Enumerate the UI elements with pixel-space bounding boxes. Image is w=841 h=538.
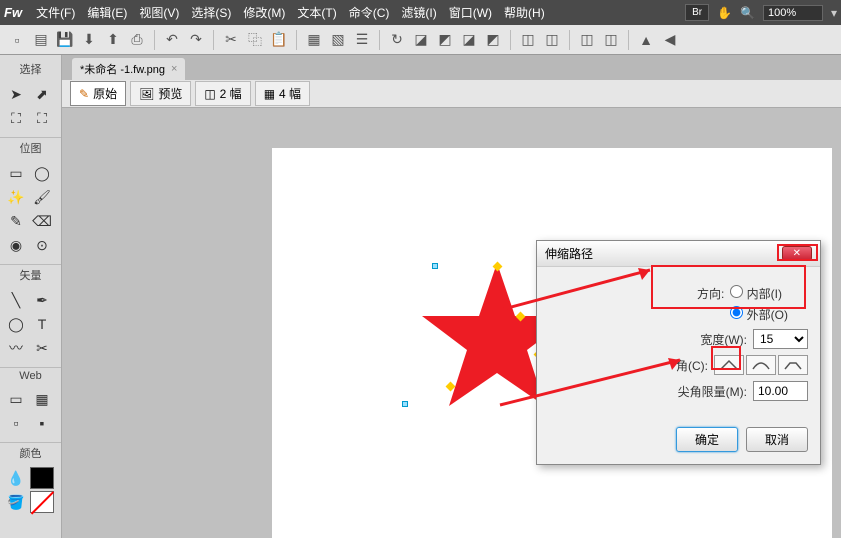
backward-icon[interactable]: ◪	[458, 29, 480, 51]
hide-tool[interactable]: ▫	[4, 412, 28, 434]
stamp-tool[interactable]: ⊙	[30, 234, 54, 256]
web-header: Web	[0, 367, 61, 384]
scale-tool[interactable]: ⛶	[4, 107, 28, 129]
hotspot-tool[interactable]: ▭	[4, 388, 28, 410]
menu-edit[interactable]: 编辑(E)	[87, 4, 127, 21]
eyedropper-tool[interactable]: 💧	[4, 467, 28, 489]
stroke-color[interactable]	[30, 467, 54, 489]
blur-tool[interactable]: ◉	[4, 234, 28, 256]
view-preview[interactable]: 🖼预览	[130, 81, 191, 106]
close-tab-icon[interactable]: ×	[171, 63, 177, 75]
zoom-input[interactable]	[763, 5, 823, 21]
freeform-tool[interactable]: 〰	[4, 337, 28, 359]
brush-tool[interactable]: 🖌	[30, 186, 54, 208]
tool-d-icon[interactable]: ◫	[600, 29, 622, 51]
subselect-tool[interactable]: ⬈	[30, 83, 54, 105]
open-icon[interactable]: ▤	[30, 29, 52, 51]
dropdown-icon[interactable]: ▾	[831, 6, 837, 20]
rotate-icon[interactable]: ↻	[386, 29, 408, 51]
shape-tool[interactable]: ◯	[4, 313, 28, 335]
menu-view[interactable]: 视图(V)	[139, 4, 179, 21]
tool-b-icon[interactable]: ◫	[541, 29, 563, 51]
pointer-tool[interactable]: ➤	[4, 83, 28, 105]
slice-tool[interactable]: ▦	[30, 388, 54, 410]
line-tool[interactable]: ╲	[4, 289, 28, 311]
hand-icon[interactable]: ✋	[717, 6, 732, 20]
select-header: 选择	[0, 59, 61, 79]
redo-icon[interactable]: ↷	[185, 29, 207, 51]
ungroup-icon[interactable]: ▧	[327, 29, 349, 51]
annotation-highlight	[651, 265, 806, 309]
print-icon[interactable]: ⎙	[126, 29, 148, 51]
annotation-highlight	[711, 346, 741, 370]
cut-icon[interactable]: ✂	[220, 29, 242, 51]
paste-icon[interactable]: 📋	[268, 29, 290, 51]
corner-bevel[interactable]	[778, 355, 808, 375]
lasso-tool[interactable]: ◯	[30, 162, 54, 184]
knife-tool[interactable]: ✂	[30, 337, 54, 359]
front-icon[interactable]: ◪	[410, 29, 432, 51]
pen-tool[interactable]: ✒	[30, 289, 54, 311]
undo-icon[interactable]: ↶	[161, 29, 183, 51]
document-tabbar: *未命名 -1.fw.png ×	[62, 55, 841, 80]
view-bar: ✎原始 🖼预览 ◫2 幅 ▦4 幅	[62, 80, 841, 108]
miter-input[interactable]	[753, 381, 808, 401]
bitmap-header: 位图	[0, 137, 61, 158]
view-2up[interactable]: ◫2 幅	[195, 81, 250, 106]
menu-help[interactable]: 帮助(H)	[504, 4, 545, 21]
bridge-icon[interactable]: Br	[685, 4, 709, 21]
main-toolbar: ▫ ▤ 💾 ⬇ ⬆ ⎙ ↶ ↷ ✂ ⿻ 📋 ▦ ▧ ☰ ↻ ◪ ◩ ◪ ◩ ◫ …	[0, 25, 841, 55]
menu-window[interactable]: 窗口(W)	[449, 4, 492, 21]
tools-panel: 选择 ➤⬈ ⛶⛶ 位图 ▭◯ ✨🖌 ✎⌫ ◉⊙ 矢量 ╲✒ ◯T 〰✂ Web …	[0, 55, 62, 538]
selection-handle[interactable]	[432, 263, 438, 269]
annotation-arrow	[490, 355, 690, 415]
show-tool[interactable]: ▪	[30, 412, 54, 434]
align-icon[interactable]: ☰	[351, 29, 373, 51]
wand-tool[interactable]: ✨	[4, 186, 28, 208]
tool-c-icon[interactable]: ◫	[576, 29, 598, 51]
menu-modify[interactable]: 修改(M)	[243, 4, 285, 21]
export-icon[interactable]: ⬆	[102, 29, 124, 51]
bucket-tool[interactable]: 🪣	[4, 491, 28, 513]
menu-select[interactable]: 选择(S)	[191, 4, 231, 21]
annotation-highlight	[777, 244, 818, 261]
menu-command[interactable]: 命令(C)	[349, 4, 390, 21]
copy-icon[interactable]: ⿻	[244, 29, 266, 51]
width-select[interactable]: 15	[753, 329, 808, 349]
annotation-arrow	[490, 260, 670, 320]
search-icon[interactable]: 🔍	[740, 6, 755, 20]
marquee-tool[interactable]: ▭	[4, 162, 28, 184]
save-icon[interactable]: 💾	[54, 29, 76, 51]
menu-filter[interactable]: 滤镜(I)	[401, 4, 436, 21]
tab-title: *未命名 -1.fw.png	[80, 61, 165, 77]
tool-a-icon[interactable]: ◫	[517, 29, 539, 51]
menu-file[interactable]: 文件(F)	[36, 4, 75, 21]
import-icon[interactable]: ⬇	[78, 29, 100, 51]
corner-round[interactable]	[746, 355, 776, 375]
ok-button[interactable]: 确定	[676, 427, 738, 452]
fill-color[interactable]	[30, 491, 54, 513]
color-header: 颜色	[0, 442, 61, 463]
flip-h-icon[interactable]: ▲	[635, 29, 657, 51]
group-icon[interactable]: ▦	[303, 29, 325, 51]
cancel-button[interactable]: 取消	[746, 427, 808, 452]
pencil-tool[interactable]: ✎	[4, 210, 28, 232]
app-logo: Fw	[4, 5, 22, 20]
view-4up[interactable]: ▦4 幅	[255, 81, 310, 106]
forward-icon[interactable]: ◩	[434, 29, 456, 51]
document-tab[interactable]: *未命名 -1.fw.png ×	[72, 58, 185, 80]
flip-v-icon[interactable]: ◀	[659, 29, 681, 51]
vector-header: 矢量	[0, 264, 61, 285]
selection-handle[interactable]	[402, 401, 408, 407]
back-icon[interactable]: ◩	[482, 29, 504, 51]
eraser-tool[interactable]: ⌫	[30, 210, 54, 232]
crop-tool[interactable]: ⛶	[30, 107, 54, 129]
width-label: 宽度(W):	[700, 331, 747, 348]
text-tool[interactable]: T	[30, 313, 54, 335]
menu-text[interactable]: 文本(T)	[297, 4, 336, 21]
menubar: Fw 文件(F) 编辑(E) 视图(V) 选择(S) 修改(M) 文本(T) 命…	[0, 0, 841, 25]
new-icon[interactable]: ▫	[6, 29, 28, 51]
view-original[interactable]: ✎原始	[70, 81, 126, 106]
